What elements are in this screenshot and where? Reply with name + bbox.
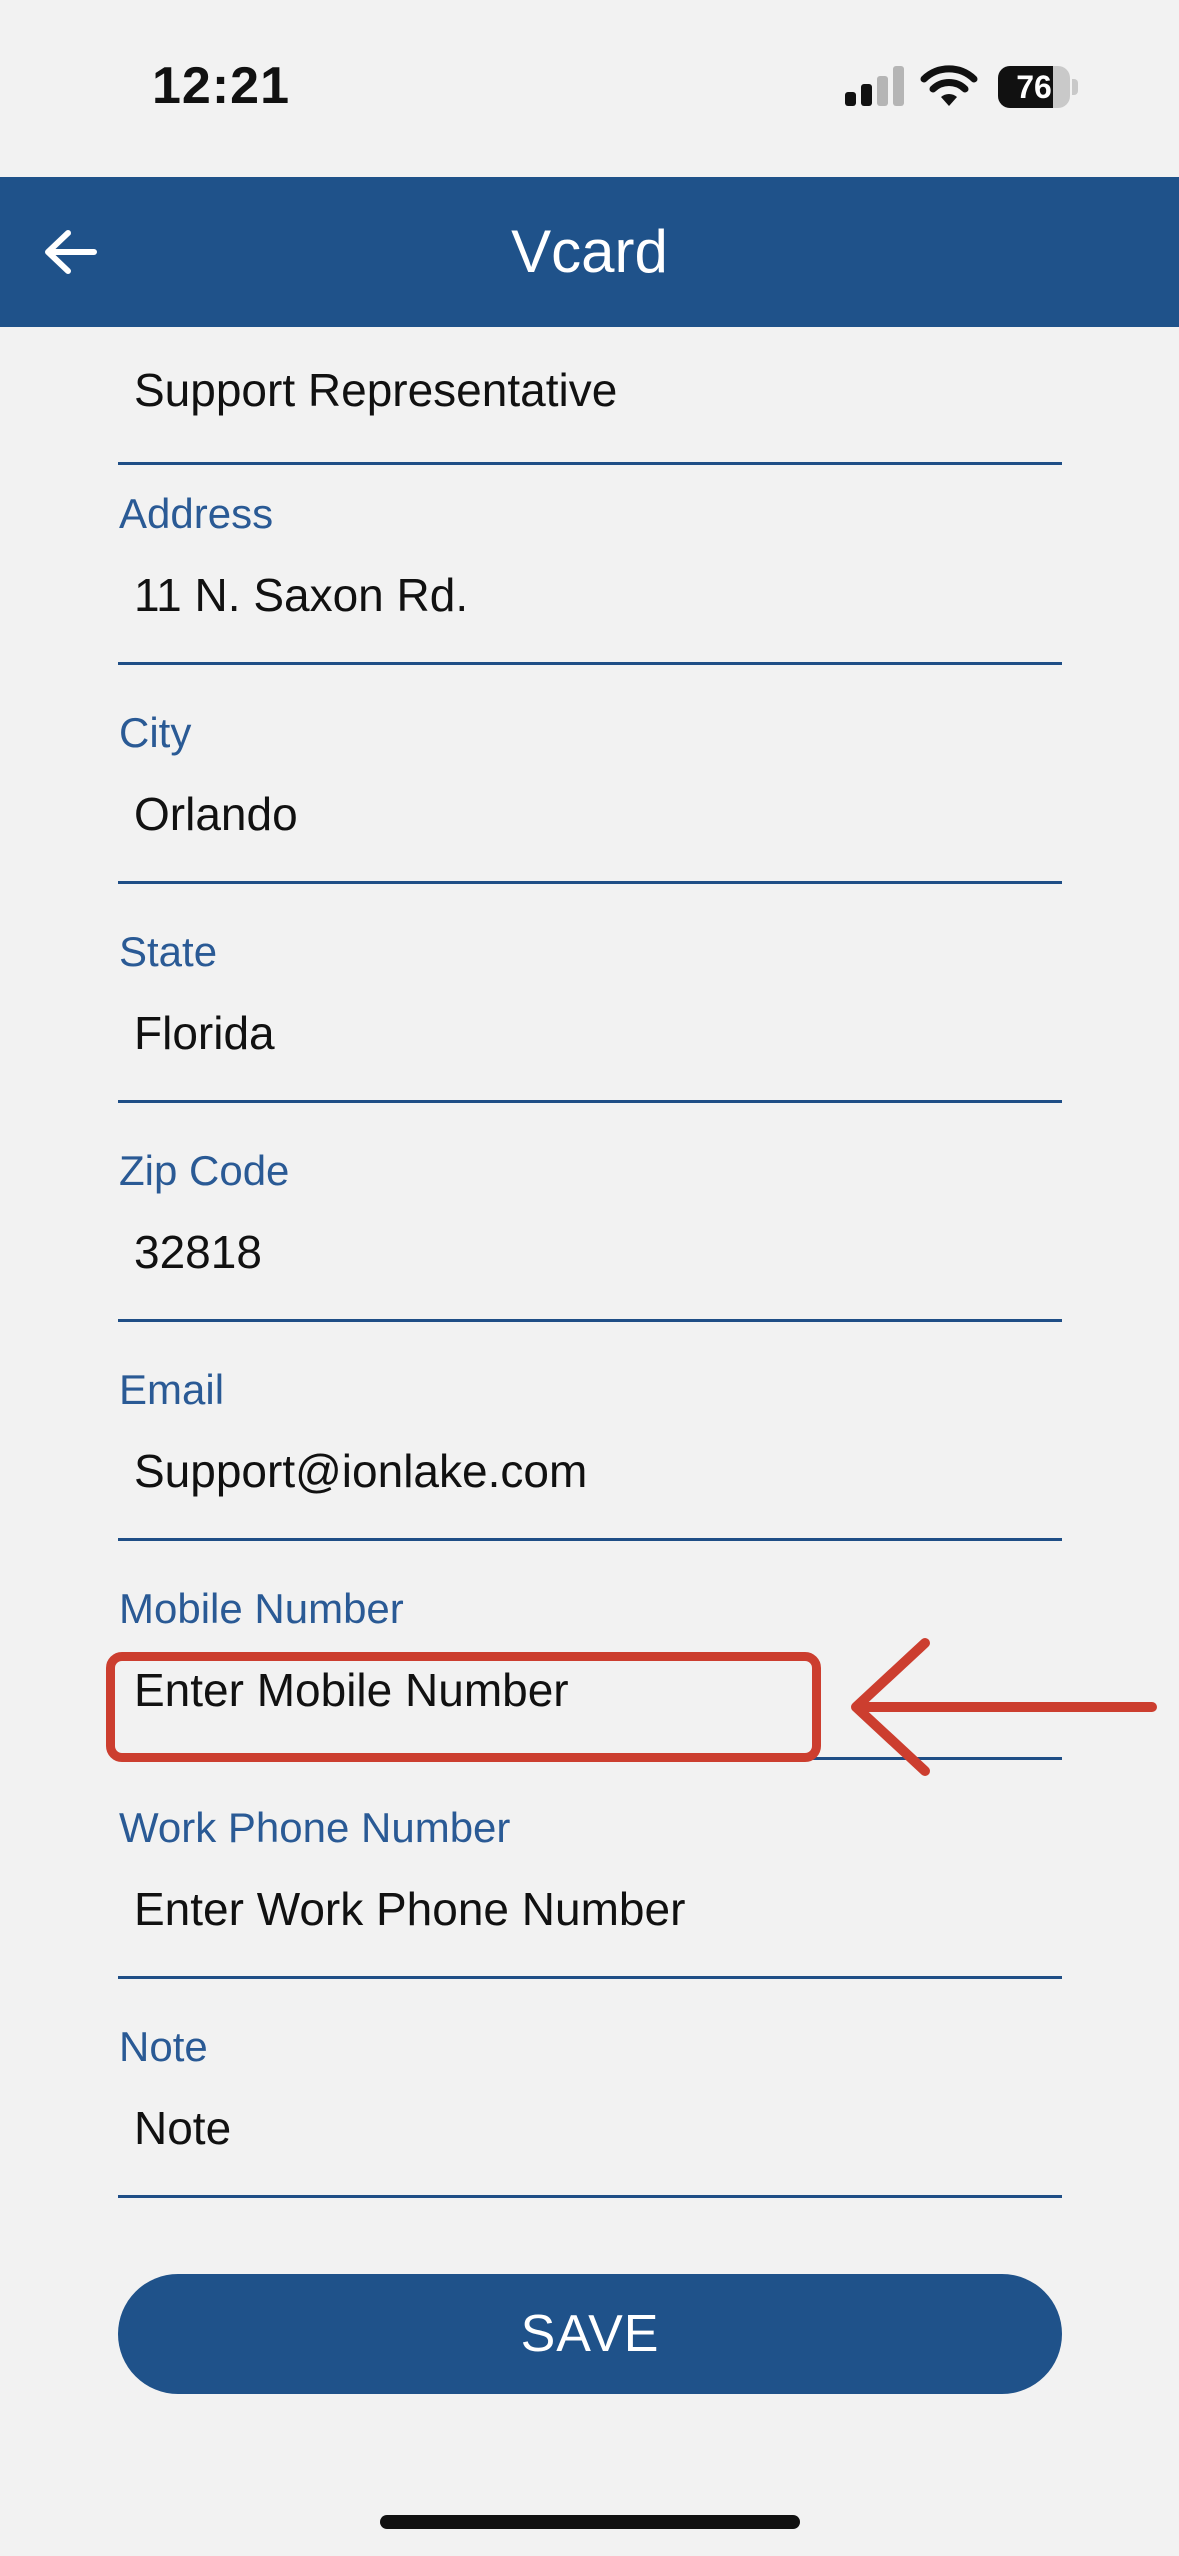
status-time: 12:21 <box>152 57 290 115</box>
field-label-work-phone-number: Work Phone Number <box>119 1804 511 1851</box>
field-label-state: State <box>119 928 218 975</box>
app-header: Vcard <box>0 177 1179 327</box>
annotation-highlight-box <box>106 1652 821 1762</box>
address-input[interactable] <box>118 550 1062 640</box>
field-underline <box>118 662 1062 665</box>
page-title: Vcard <box>511 218 668 285</box>
field-underline <box>118 1319 1062 1322</box>
field-underline <box>118 462 1062 465</box>
save-button[interactable]: SAVE <box>118 2274 1062 2394</box>
field-label-email: Email <box>119 1366 225 1413</box>
wifi-icon <box>920 64 978 108</box>
annotation-arrow-icon <box>851 1638 1157 1776</box>
back-button[interactable] <box>30 212 110 292</box>
battery-icon: 76 <box>998 66 1078 108</box>
zip-code-input[interactable] <box>118 1207 1062 1297</box>
status-bar: 12:21 76 <box>0 0 1179 177</box>
home-indicator <box>380 2515 800 2529</box>
field-label-note: Note <box>119 2023 208 2070</box>
city-input[interactable] <box>118 769 1062 859</box>
field-underline <box>118 881 1062 884</box>
field-underline <box>118 1538 1062 1541</box>
field-label-address: Address <box>119 490 274 537</box>
note-input[interactable] <box>118 2083 1062 2173</box>
title-input[interactable] <box>118 345 1062 435</box>
field-underline <box>118 1100 1062 1103</box>
field-underline <box>118 2195 1062 2198</box>
field-label-city: City <box>119 709 192 756</box>
signal-icon <box>845 66 905 106</box>
field-label-mobile-number: Mobile Number <box>119 1585 404 1632</box>
field-underline <box>118 1976 1062 1979</box>
battery-level: 76 <box>1016 69 1052 105</box>
arrow-left-icon <box>45 230 97 274</box>
work-phone-number-input[interactable] <box>118 1864 1062 1954</box>
email-input[interactable] <box>118 1426 1062 1516</box>
state-input[interactable] <box>118 988 1062 1078</box>
field-label-zip-code: Zip Code <box>119 1147 290 1194</box>
